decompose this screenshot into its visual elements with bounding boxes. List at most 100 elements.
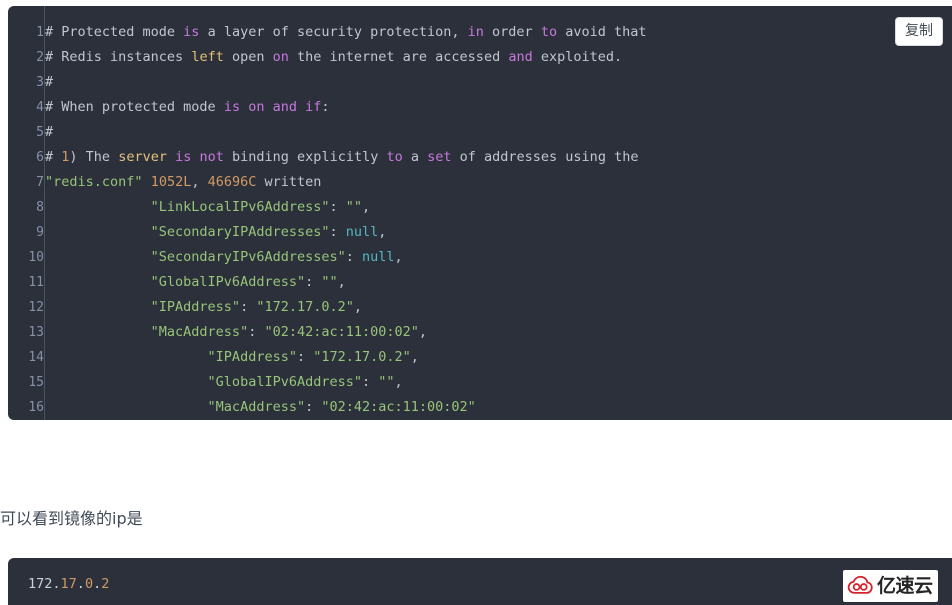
code-token: "redis.conf" xyxy=(45,174,143,190)
code-token: , xyxy=(378,224,387,240)
code-token: "172.17.0.2" xyxy=(256,299,354,315)
code-token: a xyxy=(402,149,428,165)
code-token: is xyxy=(175,149,192,165)
line-number: 13 xyxy=(8,320,45,345)
line-number: 6 xyxy=(8,145,45,170)
code-line-content: "GlobalIPv6Address": "", xyxy=(45,270,647,295)
code-token: # xyxy=(45,124,54,140)
line-number: 1 xyxy=(8,6,45,45)
code-token: on xyxy=(272,49,289,65)
code-token: , xyxy=(362,199,371,215)
line-number: 10 xyxy=(8,245,45,270)
code-line-content: "GlobalIPv6Address": "", xyxy=(45,370,647,395)
code-line: 2 # Redis instances left open on the inte… xyxy=(8,45,647,70)
line-number: 3 xyxy=(8,70,45,95)
code-line: 8 "LinkLocalIPv6Address": "", xyxy=(8,195,647,220)
code-token: "MacAddress" xyxy=(45,324,249,340)
code-token: 46696C xyxy=(207,174,257,190)
code-token: in xyxy=(467,24,484,40)
code-line-content: "MacAddress": "02:42:ac:11:00:02" xyxy=(45,395,647,420)
code-line: 7 "redis.conf" 1052L, 46696C written xyxy=(8,170,647,195)
code-line: 5 # xyxy=(8,120,647,145)
code-token: "SecondaryIPv6Addresses" xyxy=(45,249,346,265)
copy-button[interactable]: 复制 xyxy=(895,17,943,46)
line-number: 14 xyxy=(8,345,45,370)
code-token: to xyxy=(540,24,558,40)
code-token: binding explicitly xyxy=(223,149,387,165)
code-token: . xyxy=(52,576,61,592)
code-line-content: "MacAddress": "02:42:ac:11:00:02", xyxy=(45,320,647,345)
code-line: 6 # 1) The server is not binding explicit… xyxy=(8,145,647,170)
line-number: 11 xyxy=(8,270,45,295)
line-number: 15 xyxy=(8,370,45,395)
code-scroll-area[interactable]: 1 # Protected mode is a layer of security… xyxy=(8,6,952,420)
code-token: 2 xyxy=(101,576,110,592)
code-table: 1 # Protected mode is a layer of security… xyxy=(8,6,647,420)
code-line-ip: 172.17.0.2 xyxy=(28,574,109,594)
code-token: , xyxy=(337,274,346,290)
code-token: , xyxy=(394,249,403,265)
code-block-secondary: 172.17.0.2 xyxy=(8,558,952,605)
code-token: not xyxy=(199,149,224,165)
code-line: 9 "SecondaryIPAddresses": null, xyxy=(8,220,647,245)
code-token: : xyxy=(329,224,346,240)
code-token: "02:42:ac:11:00:02" xyxy=(264,324,419,340)
line-number: 12 xyxy=(8,295,45,320)
line-number: 2 xyxy=(8,45,45,70)
code-token: , xyxy=(353,299,363,315)
code-token: "IPAddress" xyxy=(45,349,297,365)
code-token: and xyxy=(272,99,298,115)
line-number: 7 xyxy=(8,170,45,195)
code-line-content: # xyxy=(45,120,647,145)
code-token: is xyxy=(223,99,241,115)
code-token: "" xyxy=(345,199,363,215)
code-token: # Redis instances xyxy=(45,49,192,65)
code-line: 4 # When protected mode is on and if: xyxy=(8,95,647,120)
line-number: 9 xyxy=(8,220,45,245)
code-token: on xyxy=(248,99,265,115)
code-token: and xyxy=(508,49,533,65)
code-line-content: "SecondaryIPv6Addresses": null, xyxy=(45,245,647,270)
code-token: : xyxy=(329,199,346,215)
code-line: 13 "MacAddress": "02:42:ac:11:00:02", xyxy=(8,320,647,345)
code-line-content: "IPAddress": "172.17.0.2", xyxy=(45,295,647,320)
code-token: "172.17.0.2" xyxy=(313,349,411,365)
code-token: # Protected mode xyxy=(45,24,184,40)
code-line-content: "SecondaryIPAddresses": null, xyxy=(45,220,647,245)
code-line: 16 "MacAddress": "02:42:ac:11:00:02" xyxy=(8,395,647,420)
code-token: "GlobalIPv6Address" xyxy=(45,274,306,290)
code-token: : xyxy=(321,99,330,115)
code-token: to xyxy=(386,149,403,165)
code-line: 15 "GlobalIPv6Address": "", xyxy=(8,370,647,395)
code-token: "GlobalIPv6Address" xyxy=(45,374,362,390)
paragraph-text: 可以看到镜像的ip是 xyxy=(0,509,143,528)
code-token: the internet are accessed xyxy=(288,49,509,65)
code-token: : xyxy=(361,374,379,390)
code-token: ) The xyxy=(69,149,119,165)
code-token: : xyxy=(296,349,314,365)
code-block-primary: 1 # Protected mode is a layer of security… xyxy=(8,6,952,420)
code-token: left xyxy=(191,49,224,65)
code-table-body: 1 # Protected mode is a layer of security… xyxy=(8,6,647,420)
code-line-content: "IPAddress": "172.17.0.2", xyxy=(45,345,647,370)
code-line-content: # When protected mode is on and if: xyxy=(45,95,647,120)
code-line: 14 "IPAddress": "172.17.0.2", xyxy=(8,345,647,370)
code-token: "IPAddress" xyxy=(45,299,241,315)
code-line: 10 "SecondaryIPv6Addresses": null, xyxy=(8,245,647,270)
code-token: avoid that xyxy=(557,24,647,40)
line-number: 4 xyxy=(8,95,45,120)
code-line-content: # Redis instances left open on the inter… xyxy=(45,45,647,70)
code-token: : xyxy=(240,299,257,315)
cloud-logo-icon xyxy=(847,573,873,599)
code-token: "02:42:ac:11:00:02" xyxy=(321,399,476,415)
code-token: "MacAddress" xyxy=(45,399,306,415)
code-token: exploited. xyxy=(532,49,623,65)
code-token: "" xyxy=(321,274,338,290)
code-line: 12 "IPAddress": "172.17.0.2", xyxy=(8,295,647,320)
line-number: 5 xyxy=(8,120,45,145)
watermark: 亿速云 xyxy=(843,570,938,602)
